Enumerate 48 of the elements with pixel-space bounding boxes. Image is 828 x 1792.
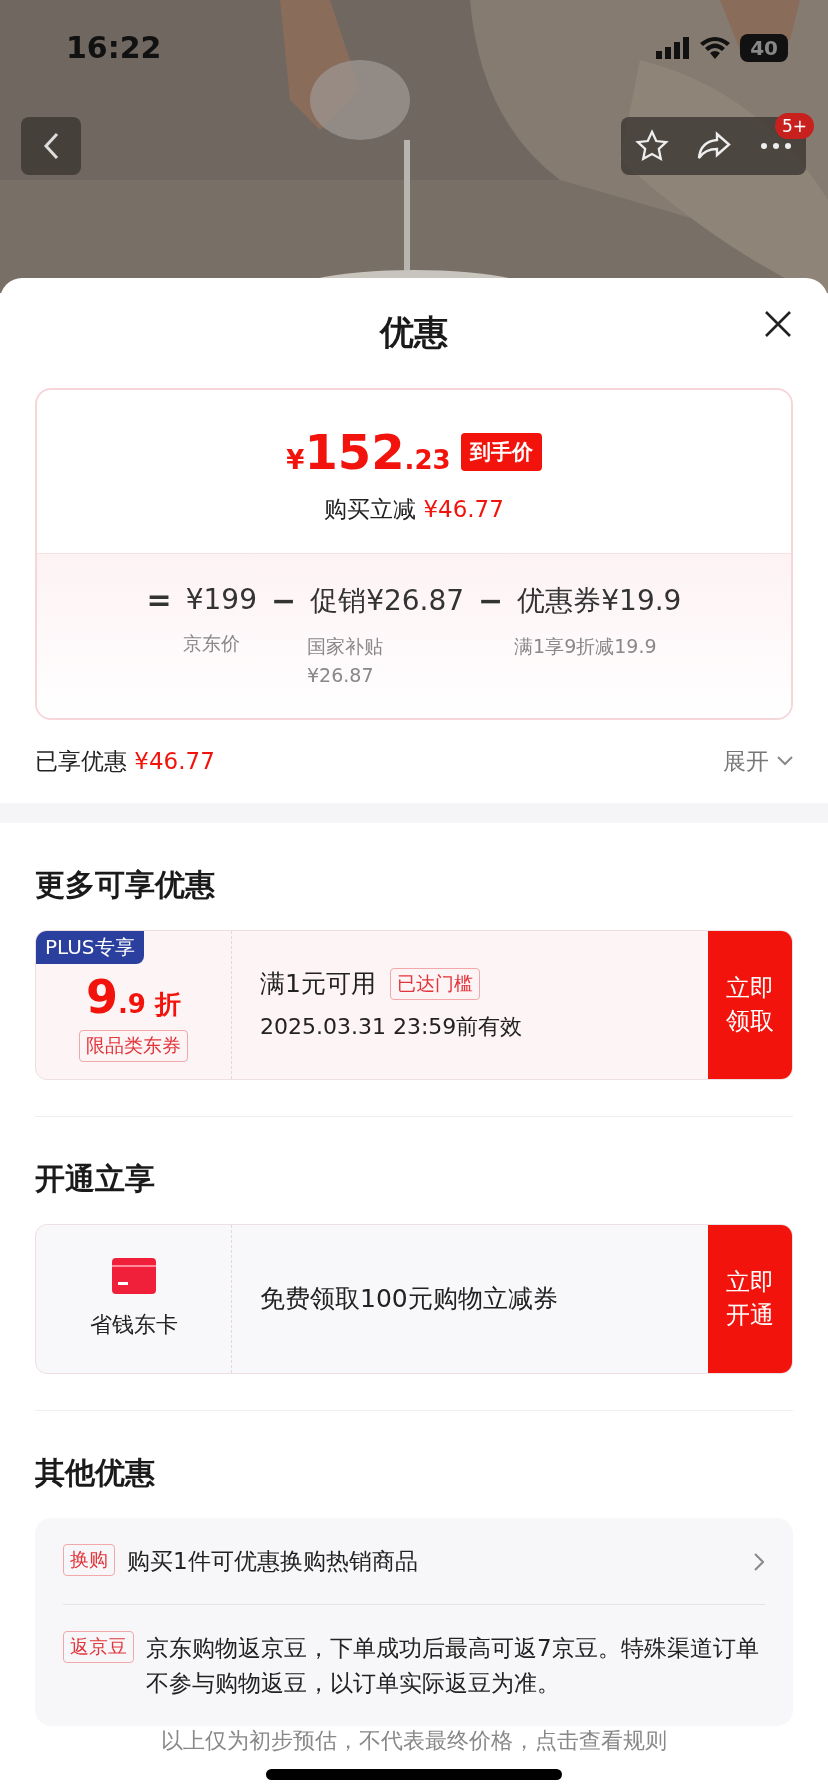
price-note: 满1享9折减19.9 bbox=[514, 633, 658, 659]
share-icon[interactable] bbox=[696, 131, 733, 161]
final-price-tag: 到手价 bbox=[460, 432, 542, 471]
saving-text: 购买立减 ¥46.77 bbox=[324, 494, 504, 524]
battery-icon: 40 bbox=[740, 33, 788, 62]
notification-badge: 5+ bbox=[774, 113, 814, 139]
offer-text: 京东购物返京豆，下单成功后最高可返7京豆。特殊渠道订单不参与购物返豆，以订单实际返豆为准。 bbox=[146, 1634, 760, 1698]
card-benefit: 免费领取100元购物立减券 bbox=[260, 1283, 559, 1315]
price-note: ¥26.87 bbox=[307, 663, 375, 686]
price-component: 促销¥26.87 bbox=[310, 582, 465, 619]
enjoyed-discount: 已享优惠 ¥46.77 bbox=[35, 746, 215, 776]
operator-sign: − bbox=[271, 583, 297, 618]
back-chevron-icon bbox=[43, 132, 59, 160]
discount-value: 9.9 折 bbox=[85, 969, 181, 1024]
status-time: 16:22 bbox=[66, 30, 162, 65]
price-component: 优惠券¥19.9 bbox=[517, 582, 682, 619]
close-icon[interactable] bbox=[764, 309, 792, 338]
price-note: 国家补贴 bbox=[307, 633, 384, 659]
chevron-down-icon bbox=[777, 756, 793, 766]
plus-badge: PLUS专享 bbox=[36, 930, 144, 964]
price-component: ¥199 bbox=[185, 582, 257, 616]
section-heading: 开通立享 bbox=[35, 1159, 156, 1198]
wifi-icon bbox=[700, 36, 731, 59]
coupon-scope: 限品类东券 bbox=[79, 1029, 188, 1062]
coupon-condition: 满1元可用 bbox=[260, 968, 376, 1000]
back-button[interactable] bbox=[21, 117, 81, 175]
more-icon[interactable] bbox=[760, 142, 793, 150]
offer-tag: 返京豆 bbox=[63, 1631, 134, 1663]
coupon-validity: 2025.03.31 23:59前有效 bbox=[260, 1013, 524, 1041]
expand-button[interactable]: 展开 bbox=[723, 745, 793, 777]
claim-button[interactable]: 立即领取 bbox=[708, 930, 792, 1079]
card-icon bbox=[111, 1257, 156, 1294]
chevron-right-icon[interactable] bbox=[753, 1551, 765, 1572]
sheet-title: 优惠 bbox=[380, 310, 448, 354]
final-price: ¥152.23 bbox=[286, 423, 451, 480]
offer-text: 购买1件可优惠换购热销商品 bbox=[127, 1546, 419, 1576]
card-name: 省钱东卡 bbox=[89, 1310, 178, 1339]
section-heading: 更多可享优惠 bbox=[35, 865, 216, 904]
star-icon[interactable] bbox=[634, 129, 669, 163]
signal-icon bbox=[656, 36, 691, 59]
operator-sign: = bbox=[146, 581, 172, 617]
price-note: 京东价 bbox=[182, 630, 241, 656]
threshold-tag: 已达门槛 bbox=[389, 967, 480, 1000]
disclaimer-text: 以上仅为初步预估，不代表最终价格，点击查看规则 bbox=[161, 1728, 667, 1753]
offer-tag: 换购 bbox=[63, 1543, 115, 1576]
operator-sign: − bbox=[478, 583, 504, 618]
activate-button[interactable]: 立即开通 bbox=[708, 1224, 792, 1373]
section-heading: 其他优惠 bbox=[35, 1453, 156, 1492]
